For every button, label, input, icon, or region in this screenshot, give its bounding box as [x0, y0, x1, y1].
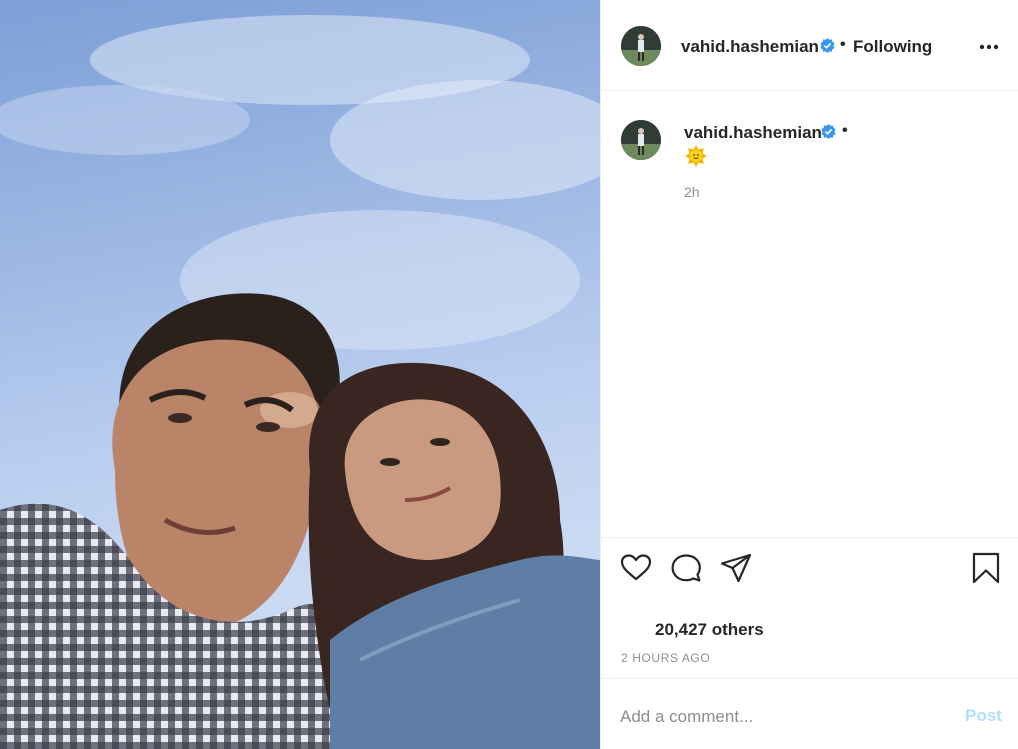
comment-bar: Post [601, 678, 1018, 749]
following-button[interactable]: Following [853, 37, 932, 57]
likes-count[interactable]: 20,427 others [655, 620, 764, 640]
caption-separator: • [842, 122, 848, 139]
post-side-panel: vahid.hashemian • Following vahid.hashem… [600, 0, 1018, 749]
share-icon[interactable] [720, 552, 752, 584]
post-header: vahid.hashemian • Following [601, 0, 1018, 91]
avatar-image [621, 120, 661, 160]
avatar[interactable] [621, 26, 661, 66]
sun-emoji-icon [685, 145, 707, 167]
caption-username[interactable]: vahid.hashemian [684, 123, 822, 143]
caption-avatar[interactable] [621, 120, 661, 160]
selfie-illustration [0, 15, 600, 749]
header-separator: • [840, 36, 846, 53]
header-username[interactable]: vahid.hashemian [681, 37, 819, 57]
avatar-image [621, 26, 661, 66]
post-image[interactable] [0, 0, 600, 749]
post-button[interactable]: Post [965, 706, 1002, 726]
more-options-icon[interactable] [979, 44, 999, 50]
comment-input[interactable] [620, 703, 940, 731]
bookmark-icon[interactable] [970, 552, 1002, 584]
comment-icon[interactable] [670, 552, 702, 584]
verified-badge-icon [820, 38, 835, 53]
actions-divider [601, 537, 1018, 538]
caption-timestamp[interactable]: 2h [684, 184, 700, 200]
heart-icon[interactable] [620, 552, 652, 584]
verified-badge-icon [821, 124, 836, 139]
post-age[interactable]: 2 HOURS AGO [621, 651, 710, 665]
